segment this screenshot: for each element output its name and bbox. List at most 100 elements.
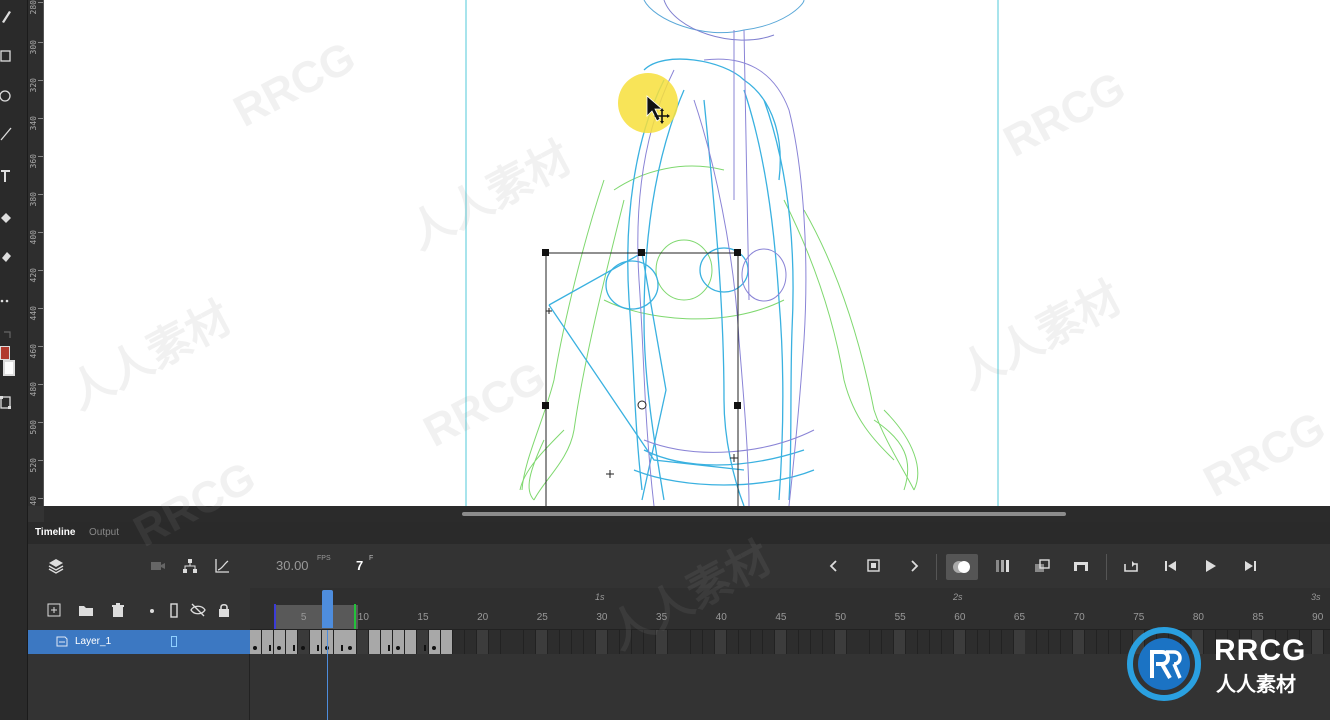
frame-cell[interactable] [1097,630,1110,654]
playhead[interactable] [322,590,333,628]
onion-skin-button[interactable] [946,554,978,580]
layer-outline-color-box[interactable] [171,636,177,647]
line-tool-icon[interactable] [0,126,12,144]
frame-cell[interactable] [643,630,656,654]
frame-cell[interactable] [440,630,453,654]
current-frame-value[interactable]: 7 [356,558,363,573]
frame-cell[interactable] [607,630,620,654]
layers-icon[interactable] [46,556,66,576]
frame-cell[interactable] [631,630,644,654]
frame-cell[interactable] [930,630,942,654]
parenting-icon[interactable] [180,556,200,576]
oval-tool-icon[interactable] [0,88,12,106]
fill-color-swatch[interactable] [3,360,15,376]
frame-cell[interactable] [774,630,787,654]
frame-cell[interactable] [703,630,716,654]
frame-cell[interactable] [786,630,799,654]
frame-cell[interactable] [691,630,704,654]
tab-output[interactable]: Output [89,527,119,538]
brush-tool-icon[interactable] [0,8,12,26]
play-icon[interactable] [1200,556,1220,576]
next-keyframe-icon[interactable] [904,556,924,576]
frame-cell[interactable] [357,630,370,654]
frame-cell[interactable] [906,630,919,654]
frame-cell[interactable] [965,630,978,654]
outline-toggle-icon[interactable] [166,602,182,618]
previous-keyframe-icon[interactable] [824,556,844,576]
frame-cell[interactable] [655,630,668,654]
frame-cell[interactable] [512,630,525,654]
frame-cell[interactable] [250,630,262,654]
onion-skin-end-marker[interactable] [354,604,356,629]
frame-cell[interactable] [524,630,537,654]
scrollbar-thumb[interactable] [462,512,1066,516]
layer-name[interactable]: Layer_1 [75,636,111,647]
frame-cell[interactable] [882,630,895,654]
onion-skin-start-marker[interactable] [274,604,276,629]
fps-value[interactable]: 30.00 [276,558,309,573]
camera-icon[interactable] [148,556,168,576]
frame-cell[interactable] [858,630,871,654]
frame-cell[interactable] [679,630,692,654]
visibility-toggle-icon[interactable] [190,602,206,618]
frame-cell[interactable] [345,630,358,654]
frame-cell[interactable] [1013,630,1026,654]
frame-cell[interactable] [333,630,346,654]
frame-cell[interactable] [715,630,728,654]
frame-cell[interactable] [739,630,752,654]
frame-cell[interactable] [309,630,322,654]
frame-cell[interactable] [870,630,883,654]
more-tools-icon[interactable] [0,292,12,310]
highlight-layer-dot-icon[interactable] [144,602,160,618]
frame-cell[interactable] [464,630,477,654]
frame-cell[interactable] [894,630,907,654]
frame-cell[interactable] [548,630,561,654]
frame-cell[interactable] [822,630,835,654]
frame-cell[interactable] [261,630,274,654]
edit-multiple-frames-icon[interactable] [1032,556,1052,576]
insert-keyframe-icon[interactable] [864,556,884,576]
frame-cell[interactable] [417,630,430,654]
text-tool-icon[interactable] [0,168,12,186]
frame-cell[interactable] [428,630,441,654]
frame-cell[interactable] [846,630,859,654]
frame-cell[interactable] [1085,630,1098,654]
frame-cell[interactable] [393,630,406,654]
stage-horizontal-scrollbar[interactable] [44,506,1330,522]
layer-row[interactable]: Layer_1 [28,630,250,654]
frame-cell[interactable] [273,630,286,654]
frame-cell[interactable] [381,630,394,654]
frame-cell[interactable] [762,630,775,654]
frame-cell[interactable] [595,630,608,654]
frame-cell[interactable] [1025,630,1038,654]
frame-cell[interactable] [500,630,513,654]
frame-cell[interactable] [667,630,680,654]
eraser-tool-icon[interactable] [0,248,12,266]
frame-cell[interactable] [834,630,847,654]
onion-skin-range[interactable] [274,605,358,629]
step-back-icon[interactable] [1161,556,1181,576]
frame-cell[interactable] [619,630,632,654]
rectangle-tool-icon[interactable] [0,48,12,66]
step-forward-icon[interactable] [1240,556,1260,576]
frame-cell[interactable] [1108,630,1121,654]
paint-bucket-tool-icon[interactable] [0,210,12,228]
frame-cell[interactable] [1037,630,1050,654]
delete-icon[interactable] [110,602,126,618]
stroke-color-swatch[interactable] [0,346,10,360]
frame-cell[interactable] [369,630,382,654]
frame-cell[interactable] [572,630,585,654]
frame-cell[interactable] [1073,630,1086,654]
frame-cell[interactable] [941,630,954,654]
fit-frames-icon[interactable] [1071,556,1091,576]
frame-cell[interactable] [953,630,966,654]
add-layer-icon[interactable] [46,602,62,618]
frame-cell[interactable] [476,630,489,654]
frame-cell[interactable] [452,630,465,654]
lock-icon[interactable] [216,602,232,618]
frame-cell[interactable] [1049,630,1062,654]
frame-cell[interactable] [584,630,597,654]
frame-cell[interactable] [285,630,298,654]
frame-cell[interactable] [536,630,549,654]
frame-cell[interactable] [297,630,310,654]
